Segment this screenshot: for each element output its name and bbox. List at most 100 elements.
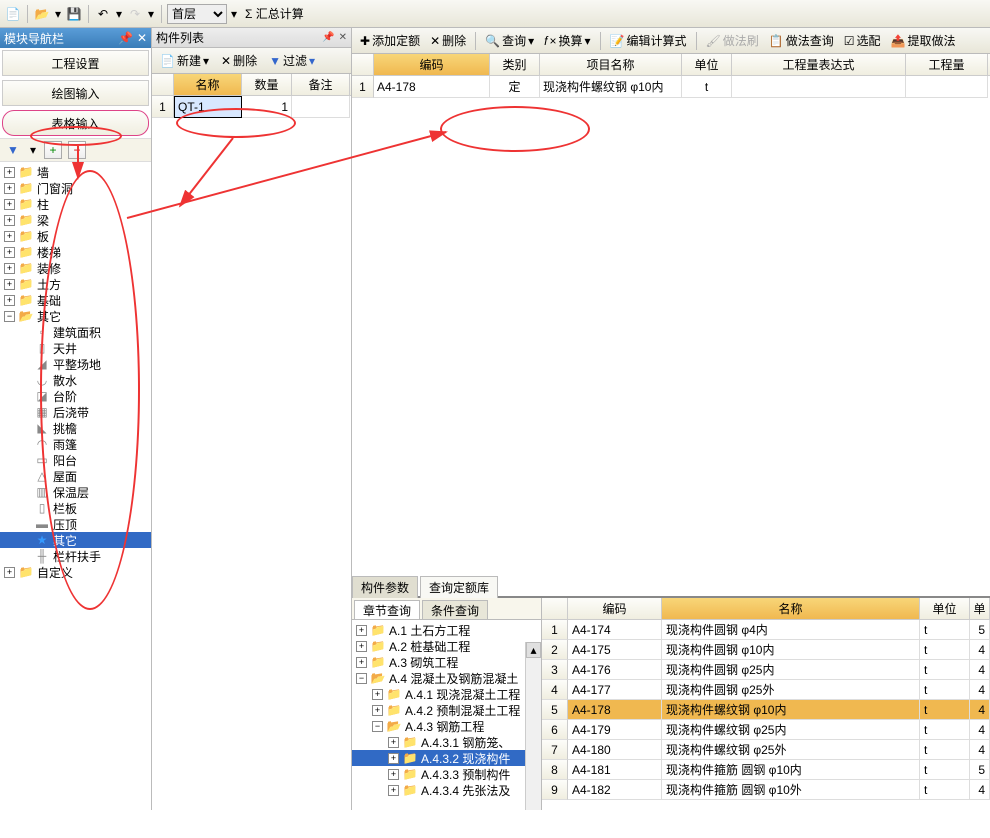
delete-button[interactable]: ✕删除 <box>426 32 470 49</box>
br-name-cell[interactable]: 现浇构件圆钢 φ4内 <box>662 620 920 640</box>
main-row[interactable]: 1 A4-178 定 现浇构件螺纹钢 φ10内 t <box>352 76 990 98</box>
quota-row[interactable]: 1A4-174现浇构件圆钢 φ4内t5 <box>542 620 990 640</box>
edit-formula-button[interactable]: 📝编辑计算式 <box>606 32 691 49</box>
br-name-cell[interactable]: 现浇构件圆钢 φ25内 <box>662 660 920 680</box>
br-sc-cell[interactable]: 4 <box>970 700 990 720</box>
br-name-header[interactable]: 名称 <box>662 598 920 619</box>
tree-item[interactable]: +📁板 <box>0 228 151 244</box>
tree-item[interactable]: +📁A.4.1 现浇混凝土工程 <box>352 686 541 702</box>
br-unit-cell[interactable]: t <box>920 680 970 700</box>
br-sc-header[interactable]: 单 <box>970 598 990 619</box>
save-icon[interactable]: 💾 <box>65 4 83 24</box>
main-unit-header[interactable]: 单位 <box>682 54 732 75</box>
new-file-icon[interactable]: 📄 <box>4 4 22 24</box>
br-sc-cell[interactable]: 4 <box>970 660 990 680</box>
br-unit-cell[interactable]: t <box>920 700 970 720</box>
br-name-cell[interactable]: 现浇构件螺纹钢 φ25内 <box>662 720 920 740</box>
br-code-cell[interactable]: A4-175 <box>568 640 662 660</box>
br-unit-cell[interactable]: t <box>920 720 970 740</box>
tree-item[interactable]: +📁楼梯 <box>0 244 151 260</box>
tree-item[interactable]: +📁A.4.3.1 钢筋笼、 <box>352 734 541 750</box>
tree-item[interactable]: ◡散水 <box>0 372 151 388</box>
tree-item[interactable]: +📁A.3 砌筑工程 <box>352 654 541 670</box>
tree-item[interactable]: +📁柱 <box>0 196 151 212</box>
br-name-cell[interactable]: 现浇构件圆钢 φ25外 <box>662 680 920 700</box>
tree-item[interactable]: ◢平整场地 <box>0 356 151 372</box>
comp-qty-header[interactable]: 数量 <box>242 74 292 95</box>
br-unit-header[interactable]: 单位 <box>920 598 970 619</box>
comp-note-header[interactable]: 备注 <box>292 74 350 95</box>
tab-query-quota[interactable]: 查询定额库 <box>420 576 498 598</box>
tree-item[interactable]: ▬压顶 <box>0 516 151 532</box>
comp-name-cell[interactable]: QT-1 <box>174 96 242 118</box>
br-unit-cell[interactable]: t <box>920 760 970 780</box>
nav-tree[interactable]: +📁墙 +📁门窗洞 +📁柱 +📁梁 +📁板 +📁楼梯 +📁装修 +📁土方 +📁基… <box>0 162 151 810</box>
quota-row[interactable]: 5A4-178现浇构件螺纹钢 φ10内t4 <box>542 700 990 720</box>
quota-row[interactable]: 2A4-175现浇构件圆钢 φ10内t4 <box>542 640 990 660</box>
tree-item[interactable]: +📁A.4.3.4 先张法及 <box>352 782 541 798</box>
scroll-up-icon[interactable]: ▴ <box>526 642 541 658</box>
br-name-cell[interactable]: 现浇构件圆钢 φ10内 <box>662 640 920 660</box>
tree-item[interactable]: −📂A.4.3 钢筋工程 <box>352 718 541 734</box>
tree-item[interactable]: ▯天井 <box>0 340 151 356</box>
comp-note-cell[interactable] <box>292 96 350 118</box>
br-unit-cell[interactable]: t <box>920 740 970 760</box>
filter-dropdown-icon[interactable]: ▾ <box>28 143 38 157</box>
br-sc-cell[interactable]: 4 <box>970 780 990 800</box>
tree-item[interactable]: ▭阳台 <box>0 452 151 468</box>
tree-item[interactable]: +📁A.1 土石方工程 <box>352 622 541 638</box>
main-proj-header[interactable]: 项目名称 <box>540 54 682 75</box>
br-code-cell[interactable]: A4-181 <box>568 760 662 780</box>
tree-item-selected[interactable]: ★其它 <box>0 532 151 548</box>
extract-button[interactable]: 📤提取做法 <box>887 32 960 49</box>
nav-pin-icon[interactable]: 📌 <box>118 31 133 45</box>
tree-item[interactable]: ◣挑檐 <box>0 420 151 436</box>
tree-item[interactable]: +📁土方 <box>0 276 151 292</box>
tree-item[interactable]: +📁A.4.3.3 预制构件 <box>352 766 541 782</box>
quota-row[interactable]: 3A4-176现浇构件圆钢 φ25内t4 <box>542 660 990 680</box>
quota-row[interactable]: 7A4-180现浇构件螺纹钢 φ25外t4 <box>542 740 990 760</box>
delete-component-button[interactable]: ✕删除 <box>217 52 261 69</box>
new-component-button[interactable]: 📄新建 ▾ <box>156 52 213 69</box>
nav-btn-proj-settings[interactable]: 工程设置 <box>2 50 149 76</box>
subtab-chapter[interactable]: 章节查询 <box>354 600 420 619</box>
filter-icon[interactable]: ▼ <box>4 140 22 160</box>
tree-item[interactable]: ▯栏板 <box>0 500 151 516</box>
method-query-button[interactable]: 📋做法查询 <box>765 32 838 49</box>
br-unit-cell[interactable]: t <box>920 660 970 680</box>
tree-item[interactable]: ╫栏杆扶手 <box>0 548 151 564</box>
main-type-header[interactable]: 类别 <box>490 54 540 75</box>
main-proj-cell[interactable]: 现浇构件螺纹钢 φ10内 <box>540 76 682 98</box>
floor-select[interactable]: 首层 <box>167 4 227 24</box>
nav-btn-table-input[interactable]: 表格输入 <box>2 110 149 136</box>
main-qty-header[interactable]: 工程量 <box>906 54 988 75</box>
comp-name-header[interactable]: 名称 <box>174 74 242 95</box>
tree-item[interactable]: △屋面 <box>0 468 151 484</box>
open-dropdown-icon[interactable]: ▾ <box>53 7 63 21</box>
br-unit-cell[interactable]: t <box>920 780 970 800</box>
br-unit-cell[interactable]: t <box>920 640 970 660</box>
subtab-condition[interactable]: 条件查询 <box>422 600 488 619</box>
br-code-cell[interactable]: A4-182 <box>568 780 662 800</box>
redo-icon[interactable]: ↷ <box>126 4 144 24</box>
redo-dropdown-icon[interactable]: ▾ <box>146 7 156 21</box>
expand-icon[interactable]: + <box>44 141 62 159</box>
br-sc-cell[interactable]: 4 <box>970 740 990 760</box>
main-type-cell[interactable]: 定 <box>490 76 540 98</box>
tree-item-selected[interactable]: +📁A.4.3.2 现浇构件 <box>352 750 541 766</box>
tree-item[interactable]: +📁A.2 桩基础工程 <box>352 638 541 654</box>
br-sc-cell[interactable]: 4 <box>970 680 990 700</box>
br-code-cell[interactable]: A4-178 <box>568 700 662 720</box>
select-button[interactable]: ☑选配 <box>840 32 885 49</box>
tree-item[interactable]: ◪台阶 <box>0 388 151 404</box>
comp-qty-cell[interactable]: 1 <box>242 96 292 118</box>
comp-close-icon[interactable]: ✕ <box>339 32 347 43</box>
undo-dropdown-icon[interactable]: ▾ <box>114 7 124 21</box>
tree-item[interactable]: +📁梁 <box>0 212 151 228</box>
brush-button[interactable]: 🖌做法刷 <box>702 32 763 49</box>
convert-button[interactable]: f× 换算 ▾ <box>540 32 594 49</box>
br-code-cell[interactable]: A4-177 <box>568 680 662 700</box>
quota-row[interactable]: 6A4-179现浇构件螺纹钢 φ25内t4 <box>542 720 990 740</box>
tree-item[interactable]: −📂其它 <box>0 308 151 324</box>
br-code-cell[interactable]: A4-180 <box>568 740 662 760</box>
